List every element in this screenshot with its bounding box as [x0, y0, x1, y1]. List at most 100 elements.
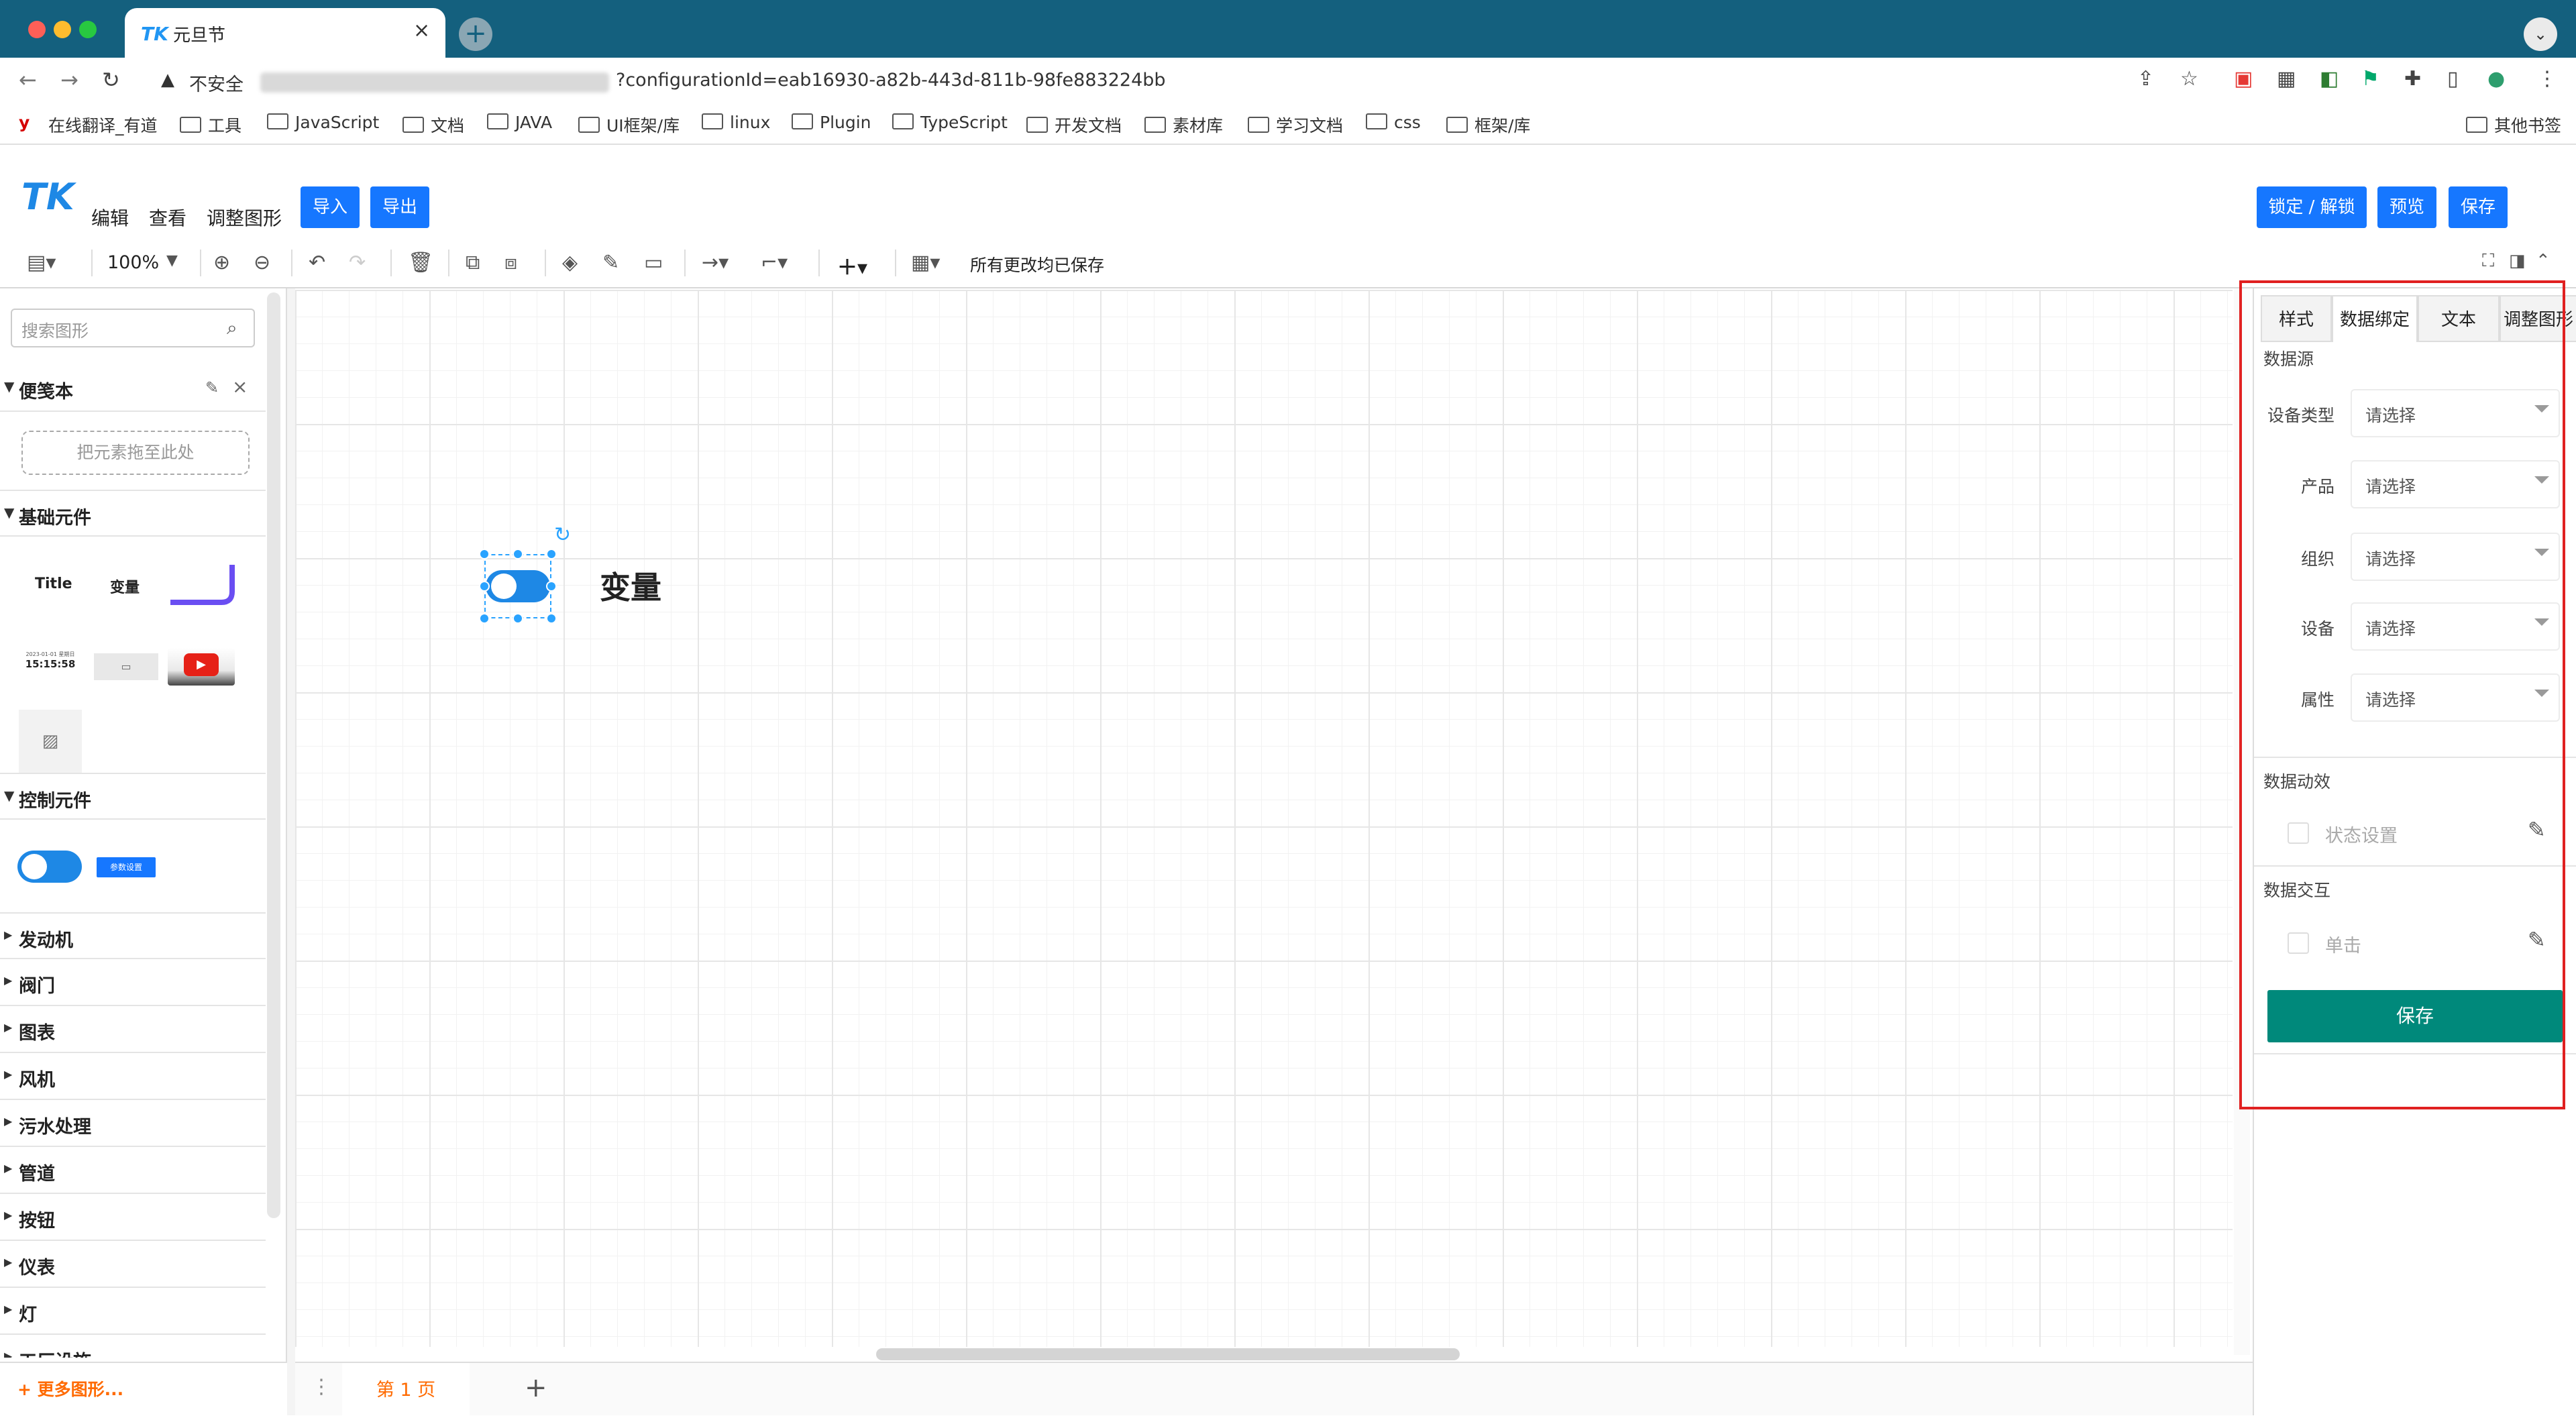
shape-video[interactable]: ▶: [168, 648, 235, 686]
category-item[interactable]: ▶ 工厂设施: [0, 1335, 266, 1358]
resize-handle[interactable]: [513, 549, 523, 559]
drawing-canvas[interactable]: ↻ 变量: [295, 290, 2233, 1347]
menu-view[interactable]: 查看: [149, 204, 186, 231]
resize-handle[interactable]: [546, 581, 557, 592]
table-icon[interactable]: ▦▾: [911, 251, 940, 274]
shape-pipe-corner[interactable]: [168, 562, 237, 609]
extension-fe-icon[interactable]: ▣: [2234, 67, 2253, 91]
import-button[interactable]: 导入: [301, 186, 360, 228]
close-window-icon[interactable]: [28, 21, 46, 38]
preview-button[interactable]: 预览: [2377, 186, 2436, 228]
resize-handle[interactable]: [479, 549, 490, 559]
bookmark-folder[interactable]: css: [1366, 113, 1421, 132]
bookmark-item[interactable]: 在线翻译_有道: [48, 113, 158, 137]
menu-arrange[interactable]: 调整图形: [207, 204, 282, 231]
search-icon[interactable]: ⌕: [227, 317, 237, 339]
reload-icon[interactable]: ↻: [102, 67, 120, 93]
toggle-switch[interactable]: [486, 570, 550, 602]
profile-avatar-icon[interactable]: ●: [2487, 67, 2505, 91]
category-item[interactable]: ▶ 阀门: [0, 959, 266, 1006]
save-button[interactable]: 保存: [2449, 186, 2508, 228]
to-front-icon[interactable]: ⧉: [466, 251, 480, 274]
zoom-in-icon[interactable]: ⊕: [213, 251, 230, 274]
category-item[interactable]: ▶ 污水处理: [0, 1100, 266, 1147]
tab-close-icon[interactable]: ×: [413, 19, 430, 42]
resize-handle[interactable]: [513, 613, 523, 624]
fill-color-icon[interactable]: ◈: [562, 251, 578, 274]
resize-handle[interactable]: [479, 613, 490, 624]
edit-pencil-icon[interactable]: ✎: [205, 378, 219, 397]
resize-handle[interactable]: [479, 581, 490, 592]
shape-variable[interactable]: 变量: [110, 576, 140, 597]
minimize-window-icon[interactable]: [54, 21, 71, 38]
more-shapes-link[interactable]: + 更多图形...: [17, 1376, 123, 1401]
resize-handle[interactable]: [546, 613, 557, 624]
zoom-out-icon[interactable]: ⊖: [254, 251, 270, 274]
bookmark-folder[interactable]: Plugin: [792, 113, 871, 132]
shape-image-icon[interactable]: ▨: [19, 710, 82, 773]
line-color-icon[interactable]: ✎: [602, 251, 619, 274]
bookmark-folder[interactable]: JAVA: [487, 113, 552, 132]
sidebar-scrollbar[interactable]: [267, 292, 280, 1218]
shadow-icon[interactable]: ▭: [644, 251, 663, 274]
variable-text[interactable]: 变量: [600, 563, 661, 608]
share-icon[interactable]: ⇪: [2137, 67, 2154, 91]
category-item[interactable]: ▶ 图表: [0, 1006, 266, 1053]
bookmark-folder[interactable]: 素材库: [1144, 113, 1223, 137]
forward-icon[interactable]: →: [60, 67, 78, 93]
add-page-icon[interactable]: +: [525, 1372, 547, 1403]
section-scratchpad[interactable]: ▼ 便笺本 ✎ ×: [0, 365, 266, 412]
rotate-handle-icon[interactable]: ↻: [554, 523, 571, 547]
delete-icon[interactable]: 🗑: [408, 251, 433, 274]
category-item[interactable]: ▶ 管道: [0, 1147, 266, 1194]
zoom-dropdown-icon[interactable]: ▼: [166, 252, 178, 269]
bookmark-folder[interactable]: UI框架/库: [578, 113, 680, 137]
redo-icon[interactable]: ↷: [349, 251, 366, 274]
close-icon[interactable]: ×: [232, 376, 248, 398]
fullscreen-icon[interactable]: ⛶: [2482, 251, 2494, 272]
category-item[interactable]: ▶ 按钮: [0, 1194, 266, 1241]
section-control[interactable]: ▼ 控制元件: [0, 773, 266, 820]
resize-handle[interactable]: [546, 549, 557, 559]
bookmark-folder[interactable]: linux: [702, 113, 770, 132]
new-tab-button[interactable]: +: [459, 17, 492, 51]
zoom-select[interactable]: 100%: [107, 252, 159, 273]
browser-tab[interactable]: TK 元旦节 ×: [125, 8, 445, 58]
collapse-icon[interactable]: ⌃: [2536, 251, 2551, 271]
shape-input-box[interactable]: ▭: [94, 653, 158, 680]
bookmark-folder[interactable]: 文档: [402, 113, 464, 137]
extension-on-icon[interactable]: ◧: [2320, 67, 2339, 91]
category-item[interactable]: ▶ 灯: [0, 1288, 266, 1335]
sidebar-resize-handle[interactable]: [287, 288, 295, 1415]
waypoints-icon[interactable]: ⌐▾: [761, 251, 788, 274]
insert-icon[interactable]: ＋▾: [837, 251, 867, 280]
bookmark-folder[interactable]: TypeScript: [892, 113, 1008, 132]
shape-title[interactable]: Title: [35, 576, 72, 592]
other-bookmarks[interactable]: 其他书签: [2466, 113, 2561, 137]
undo-icon[interactable]: ↶: [309, 251, 325, 274]
scratchpad-dropzone[interactable]: 把元素拖至此处: [21, 431, 250, 475]
shape-search-input[interactable]: 搜索图形 ⌕: [11, 309, 255, 347]
bookmark-folder[interactable]: 框架/库: [1446, 113, 1530, 137]
bookmark-star-icon[interactable]: ☆: [2180, 67, 2198, 91]
canvas-horizontal-scrollbar[interactable]: [876, 1348, 1460, 1360]
browser-menu-icon[interactable]: ⋮: [2537, 67, 2557, 91]
extension-flag-icon[interactable]: ⚑: [2361, 67, 2379, 91]
lock-unlock-button[interactable]: 锁定 / 解锁: [2257, 186, 2367, 228]
back-icon[interactable]: ←: [19, 67, 37, 93]
shape-toggle-switch[interactable]: [17, 851, 82, 883]
format-panel-icon[interactable]: ▤▾: [27, 251, 56, 274]
bookmark-folder[interactable]: 开发文档: [1026, 113, 1122, 137]
shape-param-button[interactable]: 参数设置: [97, 857, 156, 877]
bookmark-folder[interactable]: 工具: [180, 113, 241, 137]
page-tab[interactable]: 第 1 页: [342, 1363, 470, 1417]
side-panel-icon[interactable]: ▯: [2447, 67, 2459, 91]
bookmark-folder[interactable]: 学习文档: [1248, 113, 1343, 137]
category-item[interactable]: ▶ 发动机: [0, 912, 266, 959]
category-item[interactable]: ▶ 仪表: [0, 1241, 266, 1288]
page-menu-icon[interactable]: ⋮: [311, 1375, 331, 1399]
to-back-icon[interactable]: ⧈: [504, 251, 517, 274]
section-basic[interactable]: ▼ 基础元件: [0, 490, 266, 537]
format-toggle-icon[interactable]: ◨: [2509, 251, 2526, 271]
menu-edit[interactable]: 编辑: [91, 204, 129, 231]
